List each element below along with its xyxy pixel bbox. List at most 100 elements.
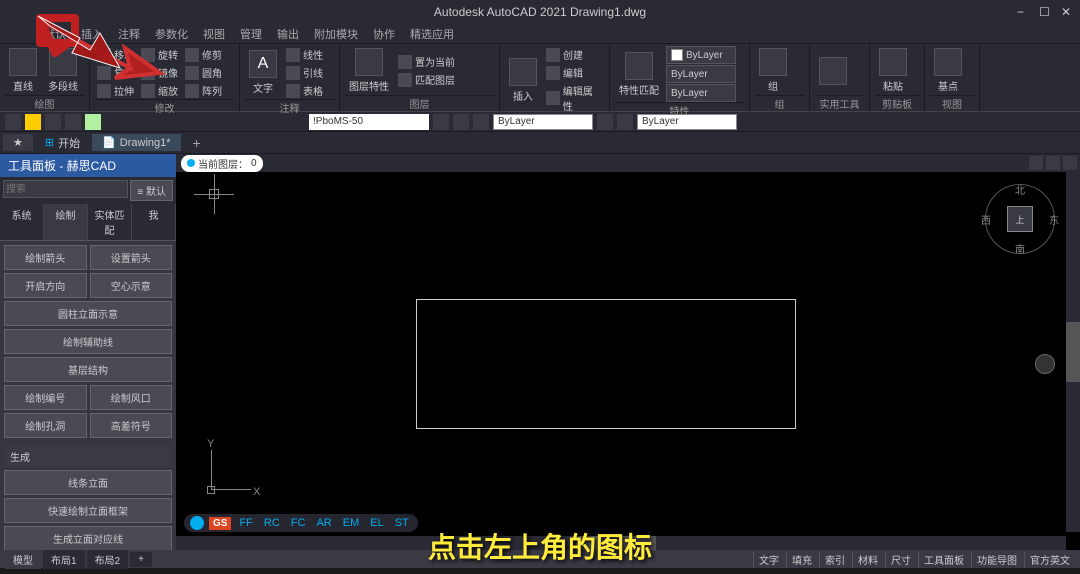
drawn-rectangle[interactable] bbox=[416, 299, 796, 429]
basepoint-button[interactable]: 基点 bbox=[930, 46, 966, 95]
canvas-close-icon[interactable] bbox=[1063, 156, 1077, 170]
line-button[interactable]: 直线 bbox=[5, 46, 41, 95]
rotate-button[interactable]: 旋转 bbox=[139, 46, 180, 63]
viewcube-top-face[interactable]: 上 bbox=[1007, 206, 1033, 232]
color-dropdown[interactable]: ByLayer bbox=[666, 46, 736, 64]
model-tab[interactable]: 模型 bbox=[5, 550, 41, 569]
linetype-dropdown[interactable]: ByLayer bbox=[666, 84, 736, 102]
vertical-scrollbar[interactable] bbox=[1066, 172, 1080, 532]
new-tab-button[interactable]: + bbox=[183, 133, 211, 153]
move-button[interactable]: 移动 bbox=[95, 46, 136, 63]
close-button[interactable]: ✕ bbox=[1061, 5, 1075, 19]
status-item[interactable]: 工具面板 bbox=[918, 551, 969, 568]
linear-dim-button[interactable]: 线性 bbox=[284, 46, 325, 63]
leader-button[interactable]: 引线 bbox=[284, 64, 325, 81]
qa-layer-dropdown2[interactable]: ByLayer bbox=[637, 114, 737, 130]
favorite-tab[interactable]: ★ bbox=[3, 134, 33, 151]
panel-tab-entity[interactable]: 实体匹配 bbox=[88, 204, 132, 240]
set-current-button[interactable]: 置为当前 bbox=[396, 53, 457, 70]
stretch-button[interactable]: 拉伸 bbox=[95, 82, 136, 99]
cmd-shortcut[interactable]: ST bbox=[392, 517, 412, 529]
current-layer-pill[interactable]: 当前图层： 0 bbox=[181, 155, 263, 172]
qa-icon[interactable] bbox=[433, 114, 449, 130]
add-layout-button[interactable]: + bbox=[130, 552, 152, 567]
panel-tab-my[interactable]: 我 bbox=[132, 204, 176, 240]
block-edit-button[interactable]: 编辑 bbox=[544, 64, 604, 81]
canvas-minimize-icon[interactable] bbox=[1029, 156, 1043, 170]
command-line[interactable]: GS FF RC FC AR EM EL ST bbox=[184, 514, 418, 532]
table-button[interactable]: 表格 bbox=[284, 82, 325, 99]
layout2-tab[interactable]: 布局2 bbox=[87, 550, 129, 569]
panel-search-input[interactable] bbox=[3, 180, 128, 198]
match-props-button[interactable]: 特性匹配 bbox=[615, 50, 663, 99]
menu-manage[interactable]: 管理 bbox=[234, 24, 268, 44]
menu-default[interactable]: 默认 bbox=[38, 24, 72, 44]
panel-btn[interactable]: 圆柱立面示意 bbox=[4, 301, 172, 326]
status-item[interactable]: 材料 bbox=[852, 551, 883, 568]
qa-icon[interactable] bbox=[617, 114, 633, 130]
panel-default-btn[interactable]: ≡ 默认 bbox=[130, 180, 173, 201]
qa-icon[interactable] bbox=[453, 114, 469, 130]
text-button[interactable]: A文字 bbox=[245, 48, 281, 97]
qa-icon[interactable] bbox=[473, 114, 489, 130]
polyline-button[interactable]: 多段线 bbox=[44, 46, 82, 95]
cmd-shortcut[interactable]: AR bbox=[313, 517, 334, 529]
menu-output[interactable]: 输出 bbox=[271, 24, 305, 44]
start-tab[interactable]: ⊞开始 bbox=[35, 133, 90, 153]
paste-button[interactable]: 粘贴 bbox=[875, 46, 911, 95]
status-item[interactable]: 尺寸 bbox=[885, 551, 916, 568]
panel-btn[interactable]: 生成立面对应线 bbox=[4, 526, 172, 550]
menu-addins[interactable]: 附加模块 bbox=[308, 24, 364, 44]
panel-tab-system[interactable]: 系统 bbox=[0, 204, 44, 240]
viewcube[interactable]: 上 北 南 东 西 bbox=[985, 184, 1055, 254]
status-item[interactable]: 填充 bbox=[786, 551, 817, 568]
panel-btn[interactable]: 设置箭头 bbox=[90, 245, 173, 270]
panel-btn[interactable]: 绘制风口 bbox=[90, 385, 173, 410]
layout1-tab[interactable]: 布局1 bbox=[43, 550, 85, 569]
section-header-gen[interactable]: 生成 bbox=[4, 446, 172, 467]
block-create-button[interactable]: 创建 bbox=[544, 46, 604, 63]
status-item[interactable]: 文字 bbox=[753, 551, 784, 568]
qa-layer-dropdown[interactable]: ByLayer bbox=[493, 114, 593, 130]
qa-icon[interactable] bbox=[5, 114, 21, 130]
panel-btn[interactable]: 快速绘制立面框架 bbox=[4, 498, 172, 523]
menu-view[interactable]: 视图 bbox=[197, 24, 231, 44]
layer-props-button[interactable]: 图层特性 bbox=[345, 46, 393, 95]
panel-tab-draw[interactable]: 绘制 bbox=[44, 204, 88, 240]
minimize-button[interactable]: − bbox=[1017, 5, 1031, 19]
menu-insert[interactable]: 插入 bbox=[75, 24, 109, 44]
cmd-shortcut[interactable]: EM bbox=[340, 517, 363, 529]
panel-btn[interactable]: 绘制箭头 bbox=[4, 245, 87, 270]
status-item[interactable]: 索引 bbox=[819, 551, 850, 568]
fillet-button[interactable]: 圆角 bbox=[183, 64, 224, 81]
canvas-maximize-icon[interactable] bbox=[1046, 156, 1060, 170]
navwheel-icon[interactable] bbox=[1035, 354, 1055, 374]
panel-btn[interactable]: 开启方向 bbox=[4, 273, 87, 298]
scale-button[interactable]: 缩放 bbox=[139, 82, 180, 99]
copy-button[interactable]: 复制 bbox=[95, 64, 136, 81]
qa-icon[interactable] bbox=[85, 114, 101, 130]
maximize-button[interactable]: ☐ bbox=[1039, 5, 1053, 19]
status-item[interactable]: 功能导图 bbox=[971, 551, 1022, 568]
qa-icon[interactable] bbox=[65, 114, 81, 130]
qa-icon[interactable] bbox=[45, 114, 61, 130]
cmd-shortcut[interactable]: FC bbox=[288, 517, 309, 529]
drawing-canvas[interactable]: 当前图层： 0 Y X 上 北 南 东 西 GS bbox=[176, 154, 1080, 550]
match-layer-button[interactable]: 匹配图层 bbox=[396, 71, 457, 88]
panel-btn[interactable]: 空心示意 bbox=[90, 273, 173, 298]
mirror-button[interactable]: 镜像 bbox=[139, 64, 180, 81]
panel-btn[interactable]: 线条立面 bbox=[4, 470, 172, 495]
menu-annotate[interactable]: 注释 bbox=[112, 24, 146, 44]
array-button[interactable]: 阵列 bbox=[183, 82, 224, 99]
cmd-shortcut[interactable]: RC bbox=[261, 517, 283, 529]
panel-btn[interactable]: 基层结构 bbox=[4, 357, 172, 382]
panel-btn[interactable]: 绘制孔洞 bbox=[4, 413, 87, 438]
menu-collaborate[interactable]: 协作 bbox=[367, 24, 401, 44]
panel-btn[interactable]: 绘制编号 bbox=[4, 385, 87, 410]
menu-featured[interactable]: 精选应用 bbox=[404, 24, 460, 44]
trim-button[interactable]: 修剪 bbox=[183, 46, 224, 63]
insert-button[interactable]: 插入 bbox=[505, 56, 541, 105]
group-button[interactable]: 组 bbox=[755, 46, 791, 95]
menu-parametric[interactable]: 参数化 bbox=[149, 24, 194, 44]
cmd-shortcut[interactable]: EL bbox=[367, 517, 386, 529]
